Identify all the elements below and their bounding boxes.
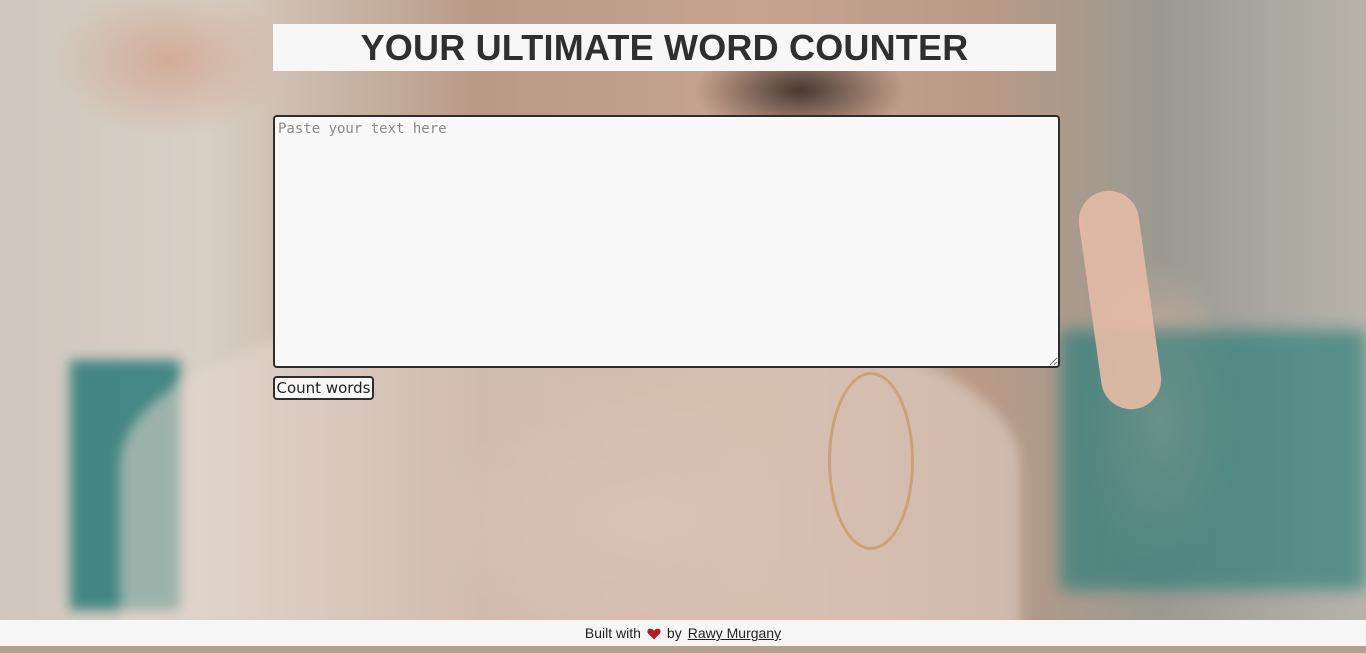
heart-icon (647, 627, 661, 640)
page-header: YOUR ULTIMATE WORD COUNTER (273, 24, 1056, 71)
author-link[interactable]: Rawy Murgany (688, 625, 781, 641)
count-words-button[interactable]: Count words (273, 376, 374, 400)
footer-by: by (666, 625, 682, 641)
background-strip (0, 646, 1366, 653)
background-earring (828, 372, 914, 550)
footer: Built with by Rawy Murgany (0, 620, 1366, 646)
text-input[interactable] (273, 115, 1060, 368)
footer-built-with: Built with (584, 625, 641, 641)
page-title: YOUR ULTIMATE WORD COUNTER (360, 26, 969, 68)
